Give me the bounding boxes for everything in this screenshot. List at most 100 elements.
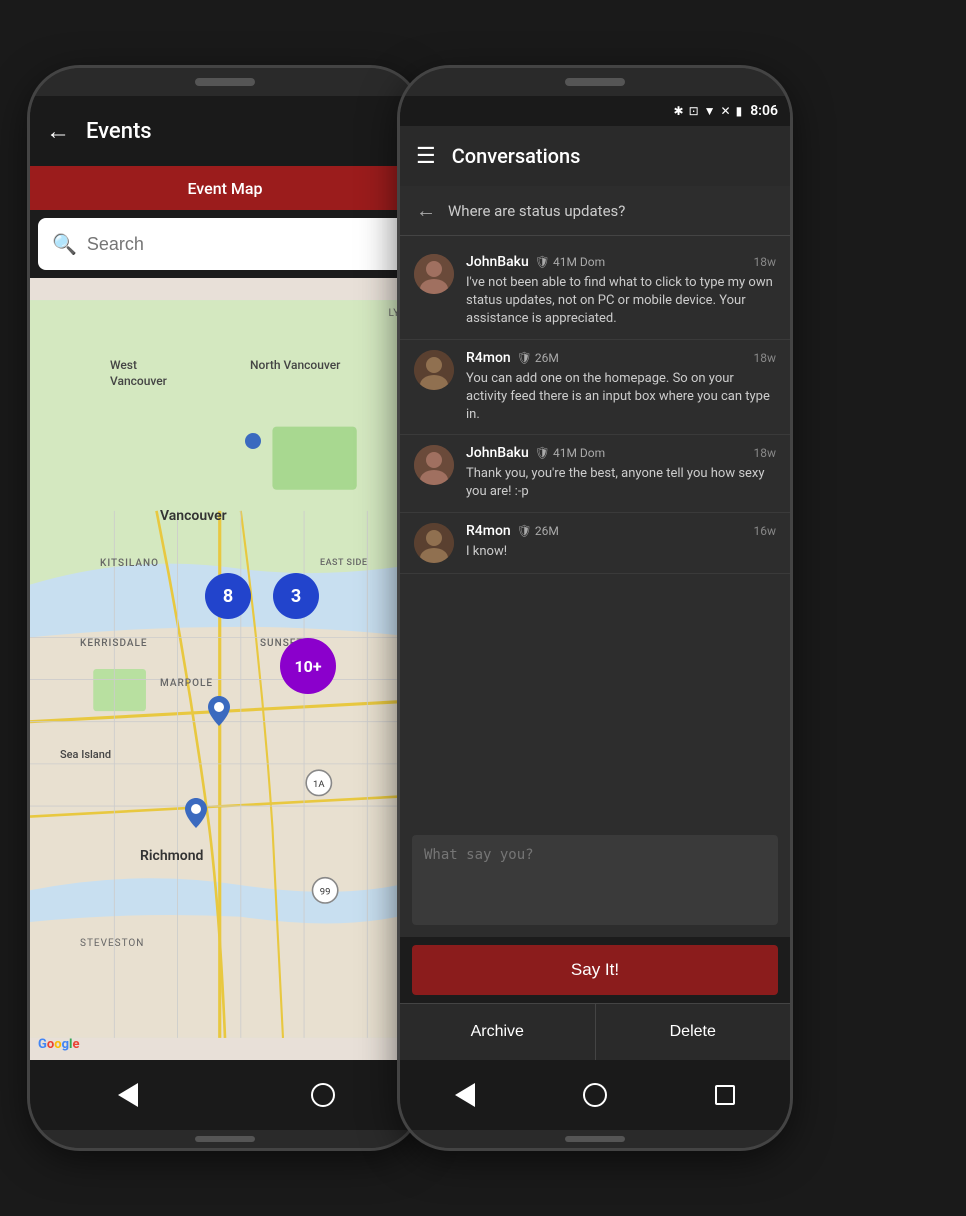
- status-bar: ✱ ⊡ ▼ ✕ ▮ 8:06: [400, 96, 790, 126]
- right-notch-bar: [400, 68, 790, 96]
- left-nav-bar: [30, 1060, 420, 1130]
- event-map-tab-label: Event Map: [187, 179, 262, 198]
- nav-back-button[interactable]: [113, 1080, 143, 1110]
- message-item-3[interactable]: JohnBaku 🛡 41M Dom 18w Thank you, you're…: [400, 435, 790, 512]
- vancouver-label: Vancouver: [160, 508, 227, 524]
- east-side-label: EAST SIDE: [320, 558, 367, 568]
- message-text-1: I've not been able to find what to click…: [466, 274, 776, 329]
- right-nav-back-button[interactable]: [450, 1080, 480, 1110]
- status-time: 8:06: [750, 103, 778, 119]
- message-item-2[interactable]: R4mon 🛡 26M 18w You can add one on the h…: [400, 340, 790, 436]
- archive-button[interactable]: Archive: [400, 1004, 596, 1060]
- right-bottom-pill: [565, 1136, 625, 1142]
- search-input[interactable]: [87, 234, 398, 255]
- conversations-title: Conversations: [452, 144, 581, 168]
- left-notch-pill: [195, 78, 255, 86]
- avatar-r4mon-1: [414, 350, 454, 390]
- sea-island-label: Sea Island: [60, 748, 111, 761]
- north-vancouver-label: North Vancouver: [250, 358, 340, 374]
- menu-icon[interactable]: ☰: [416, 144, 436, 169]
- map-dot-north: [245, 433, 261, 449]
- vibrate-icon: ⊡: [689, 104, 699, 118]
- message-content-3: JohnBaku 🛡 41M Dom 18w Thank you, you're…: [466, 445, 776, 501]
- message-item-4[interactable]: R4mon 🛡 26M 16w I know!: [400, 513, 790, 574]
- conv-back-arrow-icon[interactable]: ←: [416, 198, 436, 223]
- left-bottom-bar: [30, 1130, 420, 1148]
- map-marker-8[interactable]: 8: [205, 573, 251, 619]
- right-notch-pill: [565, 78, 625, 86]
- message-badge-2: 🛡 26M: [517, 351, 559, 365]
- message-meta-3: JohnBaku 🛡 41M Dom 18w: [466, 445, 776, 461]
- event-map-tab[interactable]: Event Map: [30, 166, 420, 210]
- message-time-1: 18w: [753, 255, 776, 269]
- battery-icon: ▮: [736, 104, 743, 118]
- events-title: Events: [86, 119, 152, 144]
- right-nav-square-button[interactable]: [710, 1080, 740, 1110]
- archive-delete-bar: Archive Delete: [400, 1003, 790, 1060]
- message-item[interactable]: JohnBaku 🛡 41M Dom 18w I've not been abl…: [400, 244, 790, 340]
- right-nav-bar: [400, 1060, 790, 1130]
- back-arrow-icon[interactable]: ←: [46, 117, 70, 146]
- map-container[interactable]: 1A 99: [30, 278, 420, 1060]
- events-header: ← Events: [30, 96, 420, 166]
- message-badge-4: 🛡 26M: [517, 524, 559, 538]
- map-pin-kerrisdale: [208, 696, 230, 730]
- conversations-header: ☰ Conversations: [400, 126, 790, 186]
- scene: ← Events Event Map 🔍: [0, 0, 966, 1216]
- right-screen: ✱ ⊡ ▼ ✕ ▮ 8:06 ☰ Conversations ← Where a…: [400, 96, 790, 1060]
- message-content-4: R4mon 🛡 26M 16w I know!: [466, 523, 776, 561]
- message-text-4: I know!: [466, 543, 776, 561]
- message-name-1: JohnBaku: [466, 254, 529, 270]
- phone-left: ← Events Event Map 🔍: [30, 68, 420, 1148]
- avatar-johnbaku-1: [414, 254, 454, 294]
- avatar-johnbaku-2: [414, 445, 454, 485]
- left-notch-bar: [30, 68, 420, 96]
- message-badge-1: 🛡 41M Dom: [535, 255, 605, 269]
- message-content-1: JohnBaku 🛡 41M Dom 18w I've not been abl…: [466, 254, 776, 329]
- svg-text:1A: 1A: [313, 779, 325, 790]
- reply-input[interactable]: [412, 835, 778, 925]
- google-logo: Google: [38, 1037, 79, 1052]
- avatar-r4mon-2: [414, 523, 454, 563]
- signal-icon: ✕: [721, 104, 731, 118]
- marpole-label: MARPOLE: [160, 678, 213, 689]
- status-icons: ✱ ⊡ ▼ ✕ ▮: [674, 104, 743, 118]
- messages-area: JohnBaku 🛡 41M Dom 18w I've not been abl…: [400, 236, 790, 827]
- kerrisdale-label: KERRISDALE: [80, 638, 148, 649]
- delete-button[interactable]: Delete: [596, 1004, 791, 1060]
- right-bottom-bar: [400, 1130, 790, 1148]
- svg-text:99: 99: [320, 887, 331, 898]
- kitsilano-label: KITSILANO: [100, 558, 159, 569]
- conv-subheader-text: Where are status updates?: [448, 202, 625, 220]
- message-name-4: R4mon: [466, 523, 511, 539]
- search-icon: 🔍: [52, 232, 77, 256]
- message-time-2: 18w: [753, 351, 776, 365]
- map-marker-3[interactable]: 3: [273, 573, 319, 619]
- message-text-2: You can add one on the homepage. So on y…: [466, 370, 776, 425]
- phone-right: ✱ ⊡ ▼ ✕ ▮ 8:06 ☰ Conversations ← Where a…: [400, 68, 790, 1148]
- message-meta-1: JohnBaku 🛡 41M Dom 18w: [466, 254, 776, 270]
- west-vancouver-label: WestVancouver: [110, 358, 167, 389]
- message-meta-4: R4mon 🛡 26M 16w: [466, 523, 776, 539]
- say-it-button[interactable]: Say It!: [412, 945, 778, 995]
- message-time-3: 18w: [753, 446, 776, 460]
- message-name-3: JohnBaku: [466, 445, 529, 461]
- reply-area: [400, 827, 790, 937]
- steveston-label: STEVESTON: [80, 938, 144, 949]
- right-nav-home-button[interactable]: [580, 1080, 610, 1110]
- left-bottom-pill: [195, 1136, 255, 1142]
- map-marker-10plus[interactable]: 10+: [280, 638, 336, 694]
- message-meta-2: R4mon 🛡 26M 18w: [466, 350, 776, 366]
- message-badge-3: 🛡 41M Dom: [535, 446, 605, 460]
- conversations-subheader: ← Where are status updates?: [400, 186, 790, 236]
- nav-home-button[interactable]: [308, 1080, 338, 1110]
- message-text-3: Thank you, you're the best, anyone tell …: [466, 465, 776, 501]
- map-pin-richmond: [185, 798, 207, 832]
- wifi-icon: ▼: [704, 104, 716, 118]
- message-time-4: 16w: [753, 524, 776, 538]
- map-search-bar[interactable]: 🔍: [38, 218, 412, 270]
- message-name-2: R4mon: [466, 350, 511, 366]
- bluetooth-icon: ✱: [674, 104, 684, 118]
- message-content-2: R4mon 🛡 26M 18w You can add one on the h…: [466, 350, 776, 425]
- richmond-label: Richmond: [140, 848, 203, 864]
